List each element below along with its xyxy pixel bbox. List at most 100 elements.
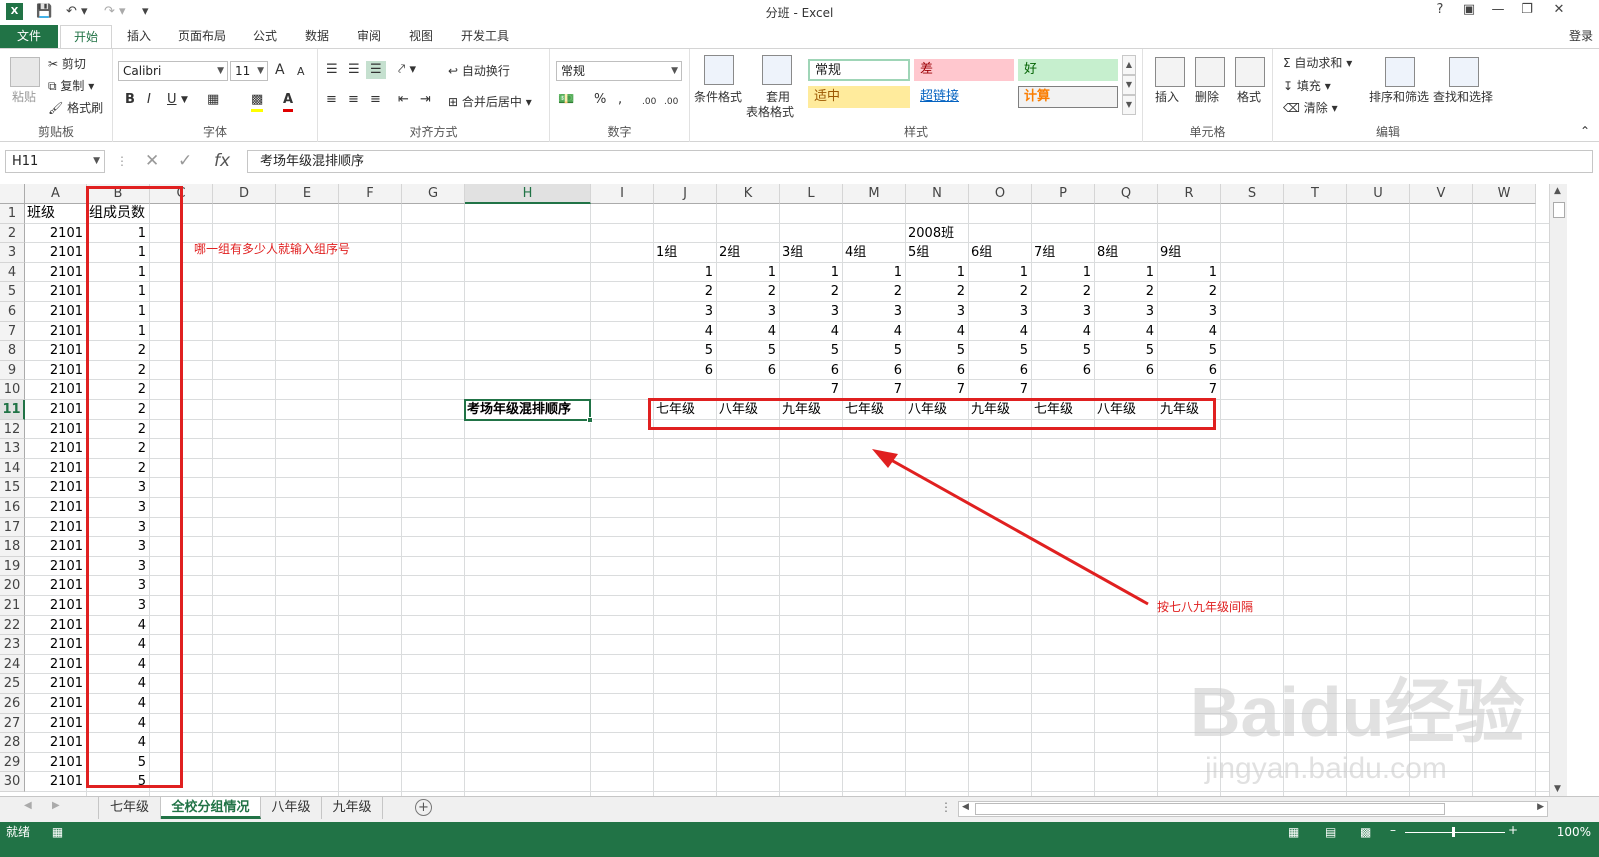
cell-k9[interactable]: 6 bbox=[717, 361, 780, 381]
cell-a18[interactable]: 2101 bbox=[25, 537, 87, 557]
tab-home[interactable]: 开始 bbox=[60, 25, 112, 49]
close-icon[interactable]: ✕ bbox=[1545, 2, 1573, 17]
cell-j3[interactable]: 1组 bbox=[654, 243, 717, 263]
sheet-tab-grade8[interactable]: 八年级 bbox=[261, 797, 322, 819]
cell-m8[interactable]: 5 bbox=[843, 341, 906, 361]
cell-a11[interactable]: 2101 bbox=[25, 400, 87, 420]
copy-button[interactable]: ⧉ 复制 ▾ bbox=[48, 78, 94, 94]
add-sheet-icon[interactable]: + bbox=[415, 799, 432, 816]
font-size-select[interactable]: 11 ▼ bbox=[230, 61, 268, 81]
row-header-14[interactable]: 14 bbox=[0, 458, 25, 479]
fill-button[interactable]: ↧ 填充 ▾ bbox=[1283, 78, 1331, 94]
scroll-down-icon[interactable]: ▼ bbox=[1554, 784, 1561, 794]
cell-n7[interactable]: 4 bbox=[906, 322, 969, 342]
row-header-26[interactable]: 26 bbox=[0, 694, 25, 714]
cell-n9[interactable]: 6 bbox=[906, 361, 969, 381]
tab-developer[interactable]: 开发工具 bbox=[452, 25, 518, 49]
decrease-indent-icon[interactable]: ⇤ bbox=[398, 91, 409, 109]
row-header-16[interactable]: 16 bbox=[0, 498, 25, 518]
align-bottom-icon[interactable]: ☰ bbox=[366, 61, 386, 79]
cell-p4[interactable]: 1 bbox=[1032, 263, 1095, 283]
cell-a9[interactable]: 2101 bbox=[25, 361, 87, 381]
cell-m3[interactable]: 4组 bbox=[843, 243, 906, 263]
login-link[interactable]: 登录 bbox=[1569, 25, 1593, 47]
row-header-7[interactable]: 7 bbox=[0, 321, 25, 342]
row-header-5[interactable]: 5 bbox=[0, 282, 25, 302]
cell-r4[interactable]: 1 bbox=[1158, 263, 1221, 283]
cell-a6[interactable]: 2101 bbox=[25, 302, 87, 322]
insert-cells-button[interactable]: 插入 bbox=[1155, 89, 1179, 105]
orientation-icon[interactable]: ⤤ ▾ bbox=[398, 61, 416, 79]
cell-a14[interactable]: 2101 bbox=[25, 459, 87, 479]
cell-o3[interactable]: 6组 bbox=[969, 243, 1032, 263]
cell-a19[interactable]: 2101 bbox=[25, 557, 87, 577]
percent-button[interactable]: % bbox=[594, 91, 606, 109]
column-header-e[interactable]: E bbox=[276, 184, 339, 204]
delete-cells-icon[interactable] bbox=[1195, 57, 1225, 87]
row-header-28[interactable]: 28 bbox=[0, 733, 25, 753]
row-header-21[interactable]: 21 bbox=[0, 596, 25, 616]
row-header-20[interactable]: 20 bbox=[0, 576, 25, 596]
cell-r3[interactable]: 9组 bbox=[1158, 243, 1221, 263]
align-middle-icon[interactable]: ☰ bbox=[348, 61, 360, 79]
increase-indent-icon[interactable]: ⇥ bbox=[420, 91, 431, 109]
column-header-f[interactable]: F bbox=[339, 184, 402, 204]
cell-p6[interactable]: 3 bbox=[1032, 302, 1095, 322]
sort-filter-icon[interactable] bbox=[1385, 57, 1415, 87]
align-right-icon[interactable]: ≡ bbox=[370, 91, 381, 109]
tab-formulas[interactable]: 公式 bbox=[242, 25, 288, 49]
restore-icon[interactable]: ❐ bbox=[1513, 2, 1541, 17]
increase-decimal-button[interactable]: .00 bbox=[642, 93, 656, 111]
cell-p9[interactable]: 6 bbox=[1032, 361, 1095, 381]
row-header-13[interactable]: 13 bbox=[0, 439, 25, 459]
scroll-up-icon[interactable]: ▲ bbox=[1554, 186, 1561, 196]
row-header-22[interactable]: 22 bbox=[0, 615, 25, 636]
cell-a7[interactable]: 2101 bbox=[25, 322, 87, 342]
row-header-17[interactable]: 17 bbox=[0, 517, 25, 538]
styles-scroll-up-icon[interactable]: ▲ bbox=[1122, 55, 1136, 75]
tab-review[interactable]: 审阅 bbox=[346, 25, 392, 49]
fill-handle[interactable] bbox=[587, 416, 593, 423]
style-good[interactable]: 好 bbox=[1018, 59, 1118, 81]
sheet-tab-school-groups[interactable]: 全校分组情况 bbox=[161, 797, 261, 819]
column-header-k[interactable]: K bbox=[717, 184, 780, 204]
cell-r6[interactable]: 3 bbox=[1158, 302, 1221, 322]
cell-a28[interactable]: 2101 bbox=[25, 733, 87, 753]
column-header-p[interactable]: P bbox=[1032, 184, 1095, 204]
cell-a10[interactable]: 2101 bbox=[25, 380, 87, 400]
row-header-15[interactable]: 15 bbox=[0, 478, 25, 498]
cell-j5[interactable]: 2 bbox=[654, 282, 717, 302]
row-header-24[interactable]: 24 bbox=[0, 654, 25, 675]
scroll-right-icon[interactable]: ▶ bbox=[1537, 802, 1544, 812]
fill-color-icon[interactable]: ▩ bbox=[251, 91, 264, 112]
zoom-slider[interactable] bbox=[1405, 832, 1505, 833]
clear-button[interactable]: ⌫ 清除 ▾ bbox=[1283, 100, 1338, 116]
row-header-2[interactable]: 2 bbox=[0, 223, 25, 244]
column-header-v[interactable]: V bbox=[1410, 184, 1473, 204]
cell-a15[interactable]: 2101 bbox=[25, 478, 87, 498]
column-header-q[interactable]: Q bbox=[1095, 184, 1158, 204]
cell-o8[interactable]: 5 bbox=[969, 341, 1032, 361]
cell-a2[interactable]: 2101 bbox=[25, 224, 87, 244]
tab-data[interactable]: 数据 bbox=[294, 25, 340, 49]
column-header-n[interactable]: N bbox=[906, 184, 969, 204]
cell-n4[interactable]: 1 bbox=[906, 263, 969, 283]
style-neutral[interactable]: 适中 bbox=[808, 86, 910, 108]
merge-center-button[interactable]: ⊞ 合并后居中 ▾ bbox=[448, 94, 532, 110]
cell-a29[interactable]: 2101 bbox=[25, 753, 87, 773]
cell-n8[interactable]: 5 bbox=[906, 341, 969, 361]
row-header-6[interactable]: 6 bbox=[0, 302, 25, 322]
row-header-19[interactable]: 19 bbox=[0, 556, 25, 577]
autosum-button[interactable]: Σ 自动求和 ▾ bbox=[1283, 55, 1352, 71]
cell-q9[interactable]: 6 bbox=[1095, 361, 1158, 381]
cell-l9[interactable]: 6 bbox=[780, 361, 843, 381]
cell-p3[interactable]: 7组 bbox=[1032, 243, 1095, 263]
cell-k8[interactable]: 5 bbox=[717, 341, 780, 361]
font-name-select[interactable]: Calibri ▼ bbox=[118, 61, 228, 81]
zoom-out-icon[interactable]: – bbox=[1390, 822, 1396, 838]
style-hyperlink[interactable]: 超链接 bbox=[914, 86, 1014, 108]
cell-m7[interactable]: 4 bbox=[843, 322, 906, 342]
cell-a17[interactable]: 2101 bbox=[25, 518, 87, 538]
cell-r7[interactable]: 4 bbox=[1158, 322, 1221, 342]
row-header-11[interactable]: 11 bbox=[0, 400, 25, 420]
